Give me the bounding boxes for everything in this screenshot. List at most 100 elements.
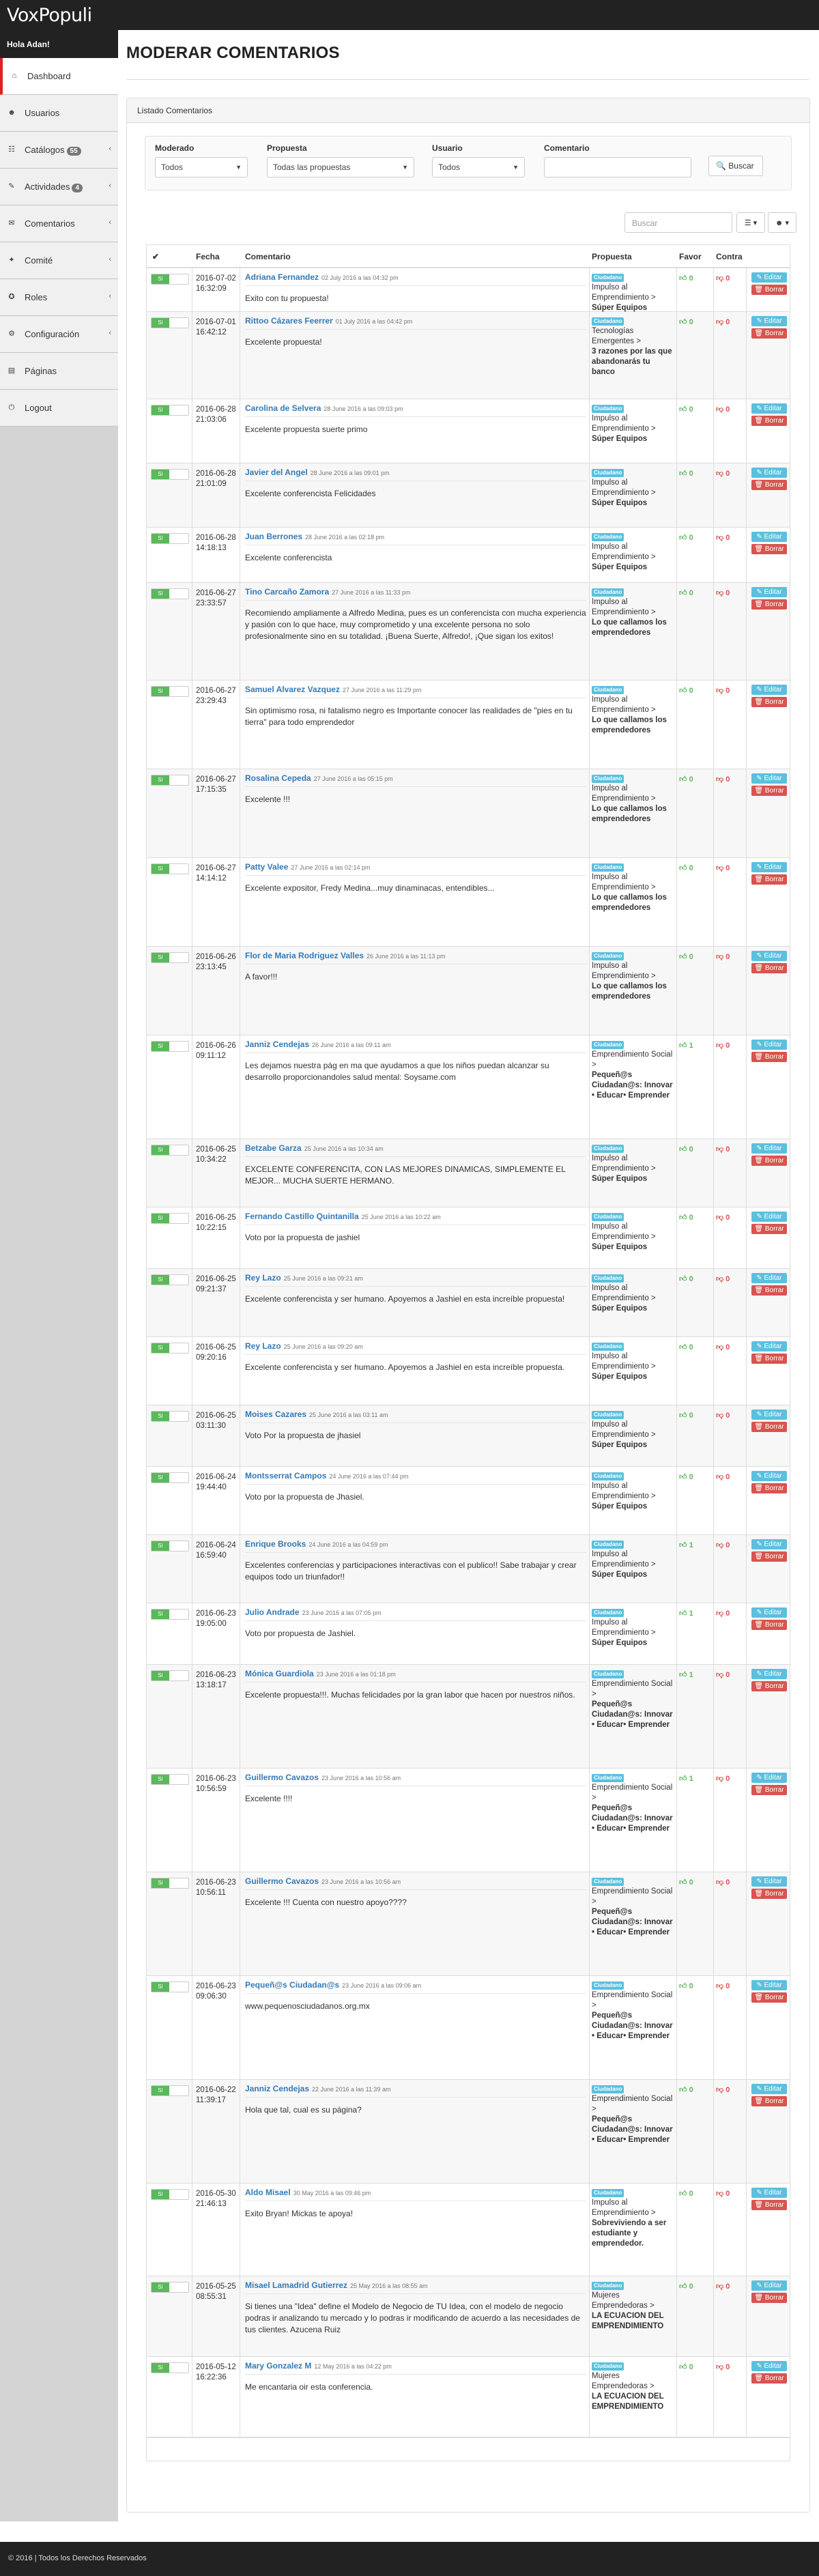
moderado-toggle[interactable]: Sí [151,1472,189,1483]
moderado-toggle[interactable]: Sí [151,952,189,963]
moderado-toggle[interactable]: Sí [151,1145,189,1156]
moderado-toggle[interactable]: Sí [151,1981,189,1992]
comment-author[interactable]: Rosalina Cepeda 27 June 2016 a las 05:15 … [245,773,393,784]
contra-column-header[interactable]: Contra [716,252,743,261]
comment-author[interactable]: Tino Carcaño Zamora 27 June 2016 a las 11… [245,587,411,598]
moderado-select[interactable]: Todos ▼ [155,157,248,177]
proposal-title[interactable]: Pequeñ@s Ciudadan@s: Innovar • Educar• E… [592,2115,673,2144]
comment-author[interactable]: Flor de Maria Rodriguez Valles 26 June 20… [245,951,445,962]
sidebar-item-actividades[interactable]: ✎ Actividades 4 ‹ [0,169,118,205]
edit-button[interactable]: ✎ Editar [751,1273,787,1283]
delete-button[interactable]: 🗑︎ Borrar [751,1681,787,1691]
proposal-title[interactable]: Súper Equipos [592,1373,647,1381]
sidebar-item-catlogos[interactable]: ☷ Catálogos 55 ‹ [0,132,118,169]
comment-author[interactable]: Mónica Guardiola 23 June 2016 a las 01:18… [245,1669,396,1680]
delete-button[interactable]: 🗑︎ Borrar [751,285,787,295]
columns-toggle-button[interactable]: ☰ ▾ [736,212,765,233]
sidebar-item-usuarios[interactable]: ☻ Usuarios [0,95,118,132]
edit-button[interactable]: ✎ Editar [751,532,787,542]
proposal-title[interactable]: Pequeñ@s Ciudadan@s: Innovar • Educar• E… [592,1071,673,1100]
comment-author[interactable]: Moises Cazares 25 June 2016 a las 03:11 a… [245,1409,388,1420]
moderado-toggle[interactable]: Sí [151,1343,189,1354]
fecha-column-header[interactable]: Fecha [196,252,220,261]
edit-button[interactable]: ✎ Editar [751,403,787,414]
edit-button[interactable]: ✎ Editar [751,1539,787,1549]
propuesta-select[interactable]: Todas las propuestas ▼ [267,157,414,177]
comment-author[interactable]: Guillermo Cavazos 23 June 2016 a las 10:5… [245,1773,401,1784]
comment-author[interactable]: Patty Valee 27 June 2016 a las 02:14 pm [245,862,370,873]
moderado-toggle[interactable]: Sí [151,2282,189,2293]
proposal-title[interactable]: Sobreviviendo a ser estudiante y emprend… [592,2219,666,2248]
proposal-title[interactable]: Pequeñ@s Ciudadan@s: Innovar • Educar• E… [592,1700,673,1729]
favor-column-header[interactable]: Favor [679,252,702,261]
delete-button[interactable]: 🗑︎ Borrar [751,1551,787,1562]
proposal-title[interactable]: Súper Equipos [592,563,647,571]
comentario-column-header[interactable]: Comentario [245,252,291,261]
edit-button[interactable]: ✎ Editar [751,2280,787,2291]
propuesta-column-header[interactable]: Propuesta [592,252,632,261]
sidebar-item-configuracin[interactable]: ⚙ Configuración ‹ [0,316,118,353]
edit-button[interactable]: ✎ Editar [751,1471,787,1481]
comment-author[interactable]: Carolina de Selvera 28 June 2016 a las 09… [245,403,403,414]
delete-button[interactable]: 🗑︎ Borrar [751,697,787,707]
table-search-input[interactable]: Buscar [624,212,732,233]
proposal-title[interactable]: Pequeñ@s Ciudadan@s: Innovar • Educar• E… [592,2012,673,2040]
delete-button[interactable]: 🗑︎ Borrar [751,963,787,973]
edit-button[interactable]: ✎ Editar [751,2188,787,2198]
delete-button[interactable]: 🗑︎ Borrar [751,416,787,426]
edit-button[interactable]: ✎ Editar [751,2361,787,2371]
proposal-title[interactable]: Súper Equipos [592,499,647,507]
moderado-toggle[interactable]: Sí [151,863,189,874]
edit-button[interactable]: ✎ Editar [751,1876,787,1887]
comment-author[interactable]: Samuel Alvarez Vazquez 27 June 2016 a las… [245,685,421,696]
comment-author[interactable]: Mary Gonzalez M 12 May 2016 a las 04:22 p… [245,2361,392,2372]
comment-author[interactable]: Montsserrat Campos 24 June 2016 a las 07:… [245,1471,408,1482]
comment-author[interactable]: Rittoo Cázares Feerrer 01 July 2016 a las… [245,316,412,327]
edit-button[interactable]: ✎ Editar [751,272,787,283]
delete-button[interactable]: 🗑︎ Borrar [751,2293,787,2303]
proposal-title[interactable]: Lo que callamos los emprendedores [592,982,667,1001]
sidebar-item-comentarios[interactable]: ✉ Comentarios ‹ [0,205,118,242]
comment-author[interactable]: Janniz Cendejas 22 June 2016 a las 11:39 … [245,2084,390,2095]
moderado-toggle[interactable]: Sí [151,469,189,480]
edit-button[interactable]: ✎ Editar [751,587,787,597]
delete-button[interactable]: 🗑︎ Borrar [751,2200,787,2210]
delete-button[interactable]: 🗑︎ Borrar [751,786,787,796]
comment-author[interactable]: Pequeñ@s Ciudadan@s 23 June 2016 a las 09… [245,1980,421,1991]
usuario-select[interactable]: Todos ▼ [432,157,525,177]
proposal-title[interactable]: Súper Equipos [592,1502,647,1511]
comment-author[interactable]: Rey Lazo 25 June 2016 a las 09:20 am [245,1341,363,1352]
edit-button[interactable]: ✎ Editar [751,773,787,784]
delete-button[interactable]: 🗑︎ Borrar [751,1483,787,1493]
moderado-toggle[interactable]: Sí [151,274,189,285]
moderado-toggle[interactable]: Sí [151,1670,189,1681]
brand-logo[interactable]: VoxPopuli [7,5,92,26]
edit-button[interactable]: ✎ Editar [751,1143,787,1154]
delete-button[interactable]: 🗑︎ Borrar [751,1620,787,1630]
moderado-toggle[interactable]: Sí [151,1274,189,1285]
edit-button[interactable]: ✎ Editar [751,685,787,695]
edit-button[interactable]: ✎ Editar [751,862,787,872]
edit-button[interactable]: ✎ Editar [751,1212,787,1222]
edit-button[interactable]: ✎ Editar [751,1040,787,1050]
moderado-toggle[interactable]: Sí [151,1541,189,1551]
moderado-toggle[interactable]: Sí [151,1213,189,1224]
moderado-toggle[interactable]: Sí [151,1041,189,1052]
proposal-title[interactable]: Súper Equipos [592,1243,647,1251]
comment-author[interactable]: Guillermo Cavazos 23 June 2016 a las 10:5… [245,1876,401,1887]
proposal-title[interactable]: Súper Equipos [592,1304,647,1313]
delete-button[interactable]: 🗑︎ Borrar [751,1889,787,1899]
moderado-toggle[interactable]: Sí [151,686,189,697]
proposal-title[interactable]: 3 razones por las que abandonarás tu ban… [592,347,672,376]
comment-author[interactable]: Julio Andrade 23 June 2016 a las 07:05 pm [245,1607,382,1618]
sidebar-item-pginas[interactable]: ▤ Páginas [0,353,118,390]
proposal-title[interactable]: Súper Equipos [592,1571,647,1579]
moderado-toggle[interactable]: Sí [151,2085,189,2096]
proposal-title[interactable]: Súper Equipos [592,1639,647,1647]
delete-button[interactable]: 🗑︎ Borrar [751,1992,787,2003]
sidebar-item-dashboard[interactable]: ⌂ Dashboard [0,58,118,95]
moderado-toggle[interactable]: Sí [151,317,189,328]
delete-button[interactable]: 🗑︎ Borrar [751,1354,787,1364]
comment-author[interactable]: Betzabe Garza 25 June 2016 a las 10:34 am [245,1143,384,1154]
comment-author[interactable]: Aldo Misael 30 May 2016 a las 09:46 pm [245,2188,371,2199]
